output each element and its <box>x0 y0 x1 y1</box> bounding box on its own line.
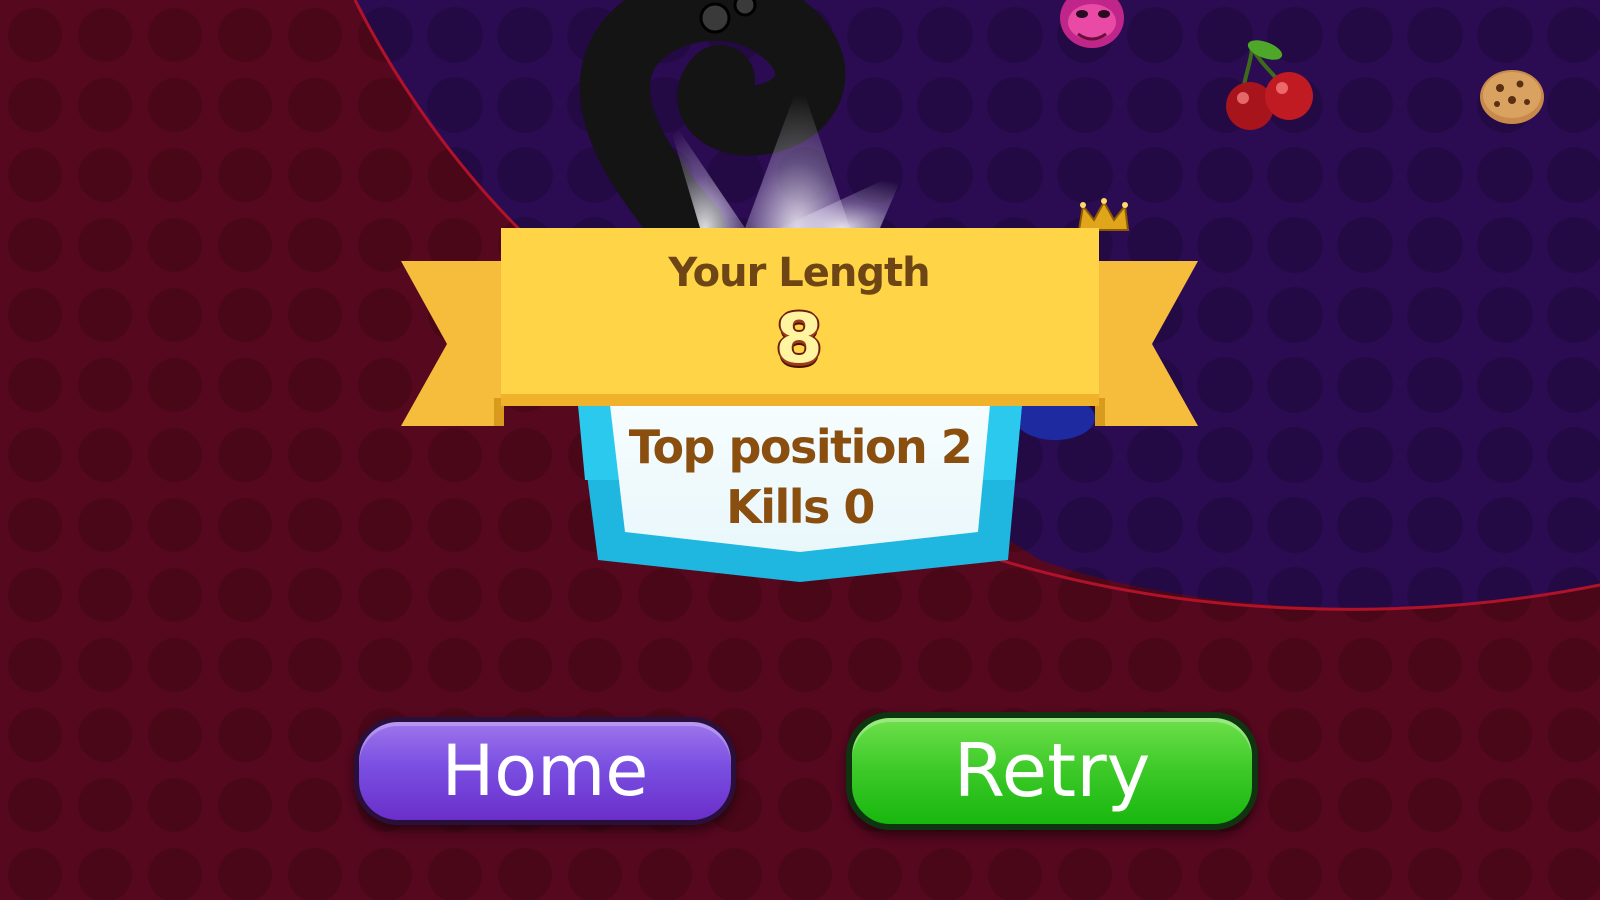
kills-text: Kills 0 <box>726 480 875 534</box>
home-button[interactable]: Home <box>354 717 736 825</box>
cookie-icon <box>1480 70 1544 124</box>
top-position-text: Top position 2 <box>628 420 973 474</box>
game-over-screen: Your Length 8 Top position 2 Kills 0 Hom… <box>0 0 1600 900</box>
length-value: 8 <box>775 300 823 379</box>
length-title: Your Length <box>668 250 930 296</box>
retry-button[interactable]: Retry <box>846 712 1258 830</box>
